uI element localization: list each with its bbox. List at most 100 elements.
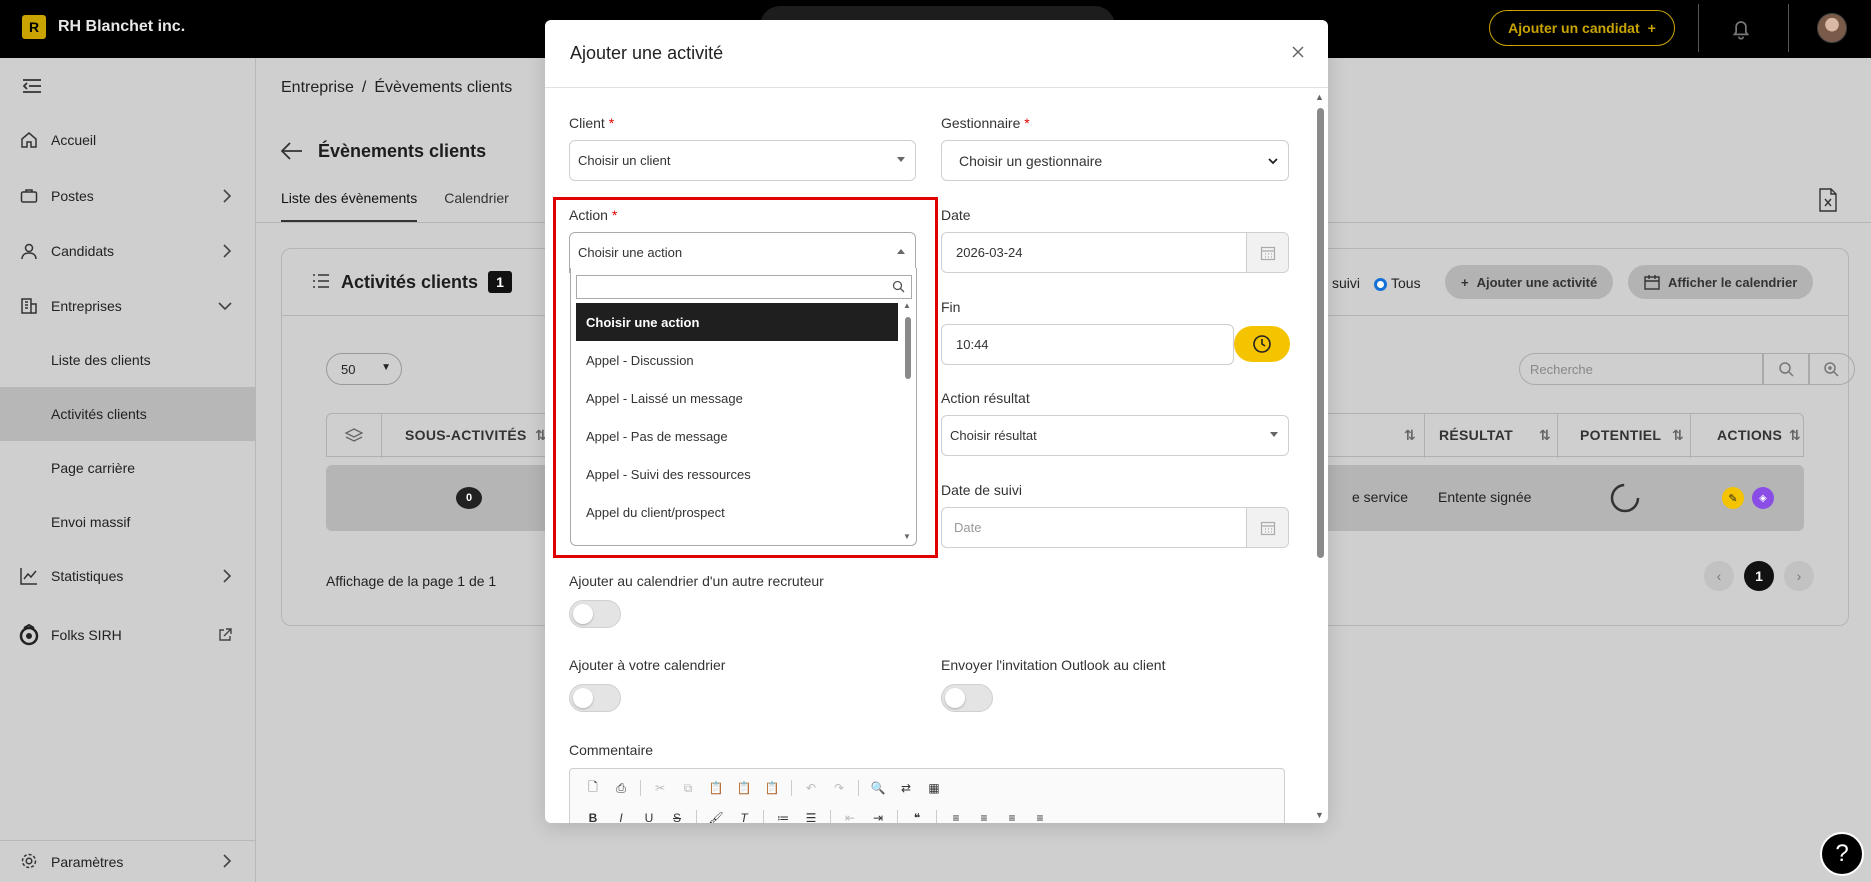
- advanced-search-button[interactable]: [1809, 353, 1855, 385]
- sort-icon[interactable]: ⇅: [1672, 427, 1684, 444]
- col-resultat[interactable]: RÉSULTAT: [1439, 427, 1513, 443]
- date-picker-button[interactable]: [1246, 508, 1288, 547]
- menu-collapse-icon[interactable]: [22, 78, 42, 94]
- excel-export-icon[interactable]: [1818, 188, 1838, 212]
- redo-icon[interactable]: ↷: [830, 780, 848, 796]
- next-page-button[interactable]: ›: [1784, 561, 1814, 591]
- scroll-down-icon[interactable]: ▼: [903, 532, 911, 541]
- add-activity-button[interactable]: + Ajouter une activité: [1445, 265, 1614, 299]
- scroll-thumb[interactable]: [905, 317, 911, 379]
- preview-icon[interactable]: 🗋: [584, 780, 602, 796]
- sub-activity-icon[interactable]: ◈: [1752, 487, 1774, 509]
- sidebar-item-liste-clients[interactable]: Liste des clients: [0, 340, 256, 380]
- manager-select[interactable]: Choisir un gestionnaire: [941, 140, 1289, 181]
- scroll-up-icon[interactable]: ▲: [1315, 92, 1324, 102]
- help-button[interactable]: ?: [1820, 832, 1864, 876]
- date-input[interactable]: 2026-03-24: [941, 232, 1289, 273]
- sort-icon[interactable]: ⇅: [1404, 427, 1416, 444]
- select-all-icon[interactable]: ▦: [925, 780, 943, 796]
- sidebar-item-envoi-massif[interactable]: Envoi massif: [0, 502, 256, 542]
- outlook-invite-toggle[interactable]: [941, 684, 993, 712]
- copy-icon[interactable]: ⧉: [679, 780, 697, 796]
- dropdown-option[interactable]: Appel - Suivi des ressources: [576, 455, 898, 493]
- radio-tous[interactable]: Tous: [1374, 275, 1421, 291]
- align-left-icon[interactable]: ≡: [947, 810, 965, 823]
- col-actions[interactable]: ACTIONS: [1717, 427, 1782, 443]
- undo-icon[interactable]: ↶: [802, 780, 820, 796]
- tab-calendrier[interactable]: Calendrier: [444, 190, 509, 222]
- date-picker-button[interactable]: [1246, 233, 1288, 272]
- strikethrough-icon[interactable]: S: [668, 810, 686, 823]
- show-calendar-button[interactable]: Afficher le calendrier: [1628, 265, 1814, 299]
- paste-icon[interactable]: 📋: [707, 780, 725, 796]
- sub-activity-count[interactable]: 0: [456, 487, 482, 509]
- page-button[interactable]: 1: [1744, 561, 1774, 591]
- sidebar-item-parametres[interactable]: Paramètres: [0, 840, 256, 882]
- followup-date-input[interactable]: Date: [941, 507, 1289, 548]
- page-size-select[interactable]: 50 ▼: [326, 353, 402, 385]
- align-center-icon[interactable]: ≡: [975, 810, 993, 823]
- scroll-down-icon[interactable]: ▼: [1315, 810, 1324, 820]
- sort-icon[interactable]: ⇅: [1539, 427, 1551, 444]
- dropdown-option[interactable]: Appel - Pas de message: [576, 417, 898, 455]
- italic-icon[interactable]: I: [612, 810, 630, 823]
- bullet-list-icon[interactable]: ☰: [802, 810, 820, 823]
- sort-icon[interactable]: ⇅: [1789, 427, 1801, 444]
- sidebar-item-page-carriere[interactable]: Page carrière: [0, 448, 256, 488]
- find-icon[interactable]: 🔍: [869, 780, 887, 796]
- paste-word-icon[interactable]: 📋: [763, 780, 781, 796]
- format-painter-icon[interactable]: 🖌: [707, 810, 725, 823]
- dropdown-option[interactable]: Appel - Discussion: [576, 341, 898, 379]
- col-sous-activites[interactable]: SOUS-ACTIVITÉS: [405, 427, 527, 443]
- clear-format-icon[interactable]: T: [735, 810, 753, 823]
- tab-liste-evenements[interactable]: Liste des évènements: [281, 190, 418, 222]
- client-select[interactable]: Choisir un client: [569, 140, 916, 181]
- replace-icon[interactable]: ⇄: [897, 780, 915, 796]
- sidebar-item-entreprises[interactable]: Entreprises: [0, 286, 256, 326]
- sidebar-item-postes[interactable]: Postes: [0, 176, 256, 216]
- comment-editor[interactable]: 🗋 ⎙ ✂ ⧉ 📋 📋 📋 ↶ ↷ 🔍 ⇄ ▦ B I U S 🖌 T ≔ ☰ …: [569, 768, 1285, 823]
- numbered-list-icon[interactable]: ≔: [774, 810, 792, 823]
- result-select[interactable]: Choisir résultat: [941, 415, 1289, 456]
- sidebar-item-accueil[interactable]: Accueil: [0, 120, 256, 160]
- add-candidate-button[interactable]: Ajouter un candidat +: [1489, 10, 1675, 46]
- justify-icon[interactable]: ≡: [1031, 810, 1049, 823]
- sidebar-item-statistiques[interactable]: Statistiques: [0, 556, 256, 596]
- end-time-input[interactable]: 10:44: [941, 324, 1234, 365]
- avatar[interactable]: [1817, 13, 1847, 43]
- own-calendar-toggle[interactable]: [569, 684, 621, 712]
- scroll-up-icon[interactable]: ▲: [903, 301, 911, 310]
- search-button[interactable]: [1763, 353, 1809, 385]
- align-right-icon[interactable]: ≡: [1003, 810, 1021, 823]
- close-icon[interactable]: [1290, 44, 1306, 60]
- paste-text-icon[interactable]: 📋: [735, 780, 753, 796]
- prev-page-button[interactable]: ‹: [1704, 561, 1734, 591]
- breadcrumb-root[interactable]: Entreprise: [281, 79, 354, 97]
- bell-icon[interactable]: [1728, 16, 1754, 42]
- bold-icon[interactable]: B: [584, 810, 602, 823]
- radio-suivi-label[interactable]: suivi: [1332, 275, 1360, 291]
- dropdown-option[interactable]: Appel - Laissé un message: [576, 379, 898, 417]
- search-input[interactable]: Recherche: [1519, 353, 1763, 385]
- scroll-thumb[interactable]: [1317, 108, 1324, 558]
- modal-scrollbar[interactable]: ▲ ▼: [1314, 90, 1326, 820]
- dropdown-scrollbar[interactable]: ▲ ▼: [902, 301, 914, 541]
- sidebar-item-folks-sirh[interactable]: Folks SIRH: [0, 615, 256, 655]
- cut-icon[interactable]: ✂: [651, 780, 669, 796]
- col-potentiel[interactable]: POTENTIEL: [1580, 427, 1661, 443]
- brand[interactable]: R RH Blanchet inc.: [22, 15, 185, 39]
- outdent-icon[interactable]: ⇤: [841, 810, 859, 823]
- time-picker-button[interactable]: [1234, 326, 1290, 362]
- edit-icon[interactable]: ✎: [1722, 487, 1744, 509]
- sidebar-item-activites-clients[interactable]: Activités clients: [0, 387, 256, 441]
- blockquote-icon[interactable]: ❝: [908, 810, 926, 823]
- dropdown-search-input[interactable]: [576, 275, 912, 299]
- dropdown-option[interactable]: Choisir une action: [576, 303, 898, 341]
- back-arrow-icon[interactable]: [281, 141, 303, 161]
- dropdown-option[interactable]: Appel du client/prospect: [576, 493, 898, 531]
- indent-icon[interactable]: ⇥: [869, 810, 887, 823]
- underline-icon[interactable]: U: [640, 810, 658, 823]
- print-icon[interactable]: ⎙: [612, 780, 630, 796]
- other-calendar-toggle[interactable]: [569, 600, 621, 628]
- sidebar-item-candidats[interactable]: Candidats: [0, 231, 256, 271]
